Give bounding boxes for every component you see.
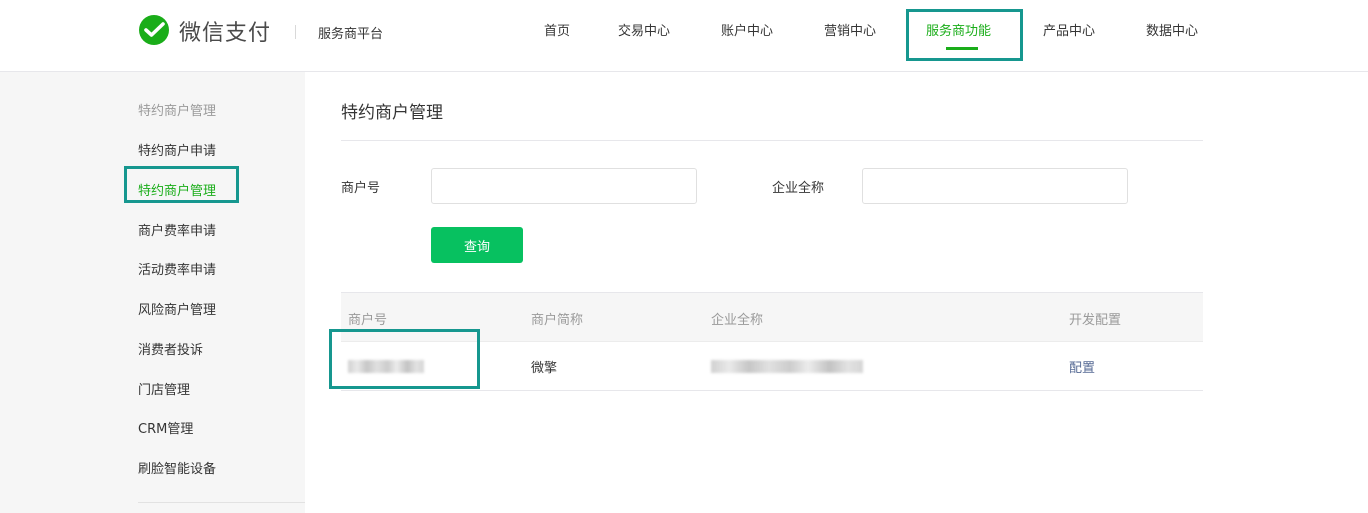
column-header-merchant-no: 商户号 [348,313,388,328]
sidebar-divider [138,502,305,503]
sidebar-item-crm[interactable]: CRM管理 [138,418,193,437]
page-title: 特约商户管理 [341,103,443,123]
logo-text: 微信支付 [179,21,272,46]
company-name-redacted [711,360,863,373]
logo-divider [295,25,296,39]
company-name-input[interactable] [862,168,1128,204]
sidebar-item-merchant-manage[interactable]: 特约商户管理 [138,180,216,199]
sidebar-item-face-device[interactable]: 刷脸智能设备 [138,458,216,477]
nav-item-product-center[interactable]: 产品中心 [1043,20,1095,39]
wechat-pay-logo-icon [139,15,169,45]
nav-item-marketing-center[interactable]: 营销中心 [824,20,876,39]
wechat-pay-logo[interactable]: 微信支付 [137,14,271,48]
sidebar-item-activity-fee-apply[interactable]: 活动费率申请 [138,259,216,278]
sidebar-item-risk-merchant[interactable]: 风险商户管理 [138,299,216,318]
merchant-no-redacted [348,360,424,373]
company-name-label: 企业全称 [772,181,825,196]
config-link[interactable]: 配置 [1069,357,1095,376]
nav-item-home[interactable]: 首页 [544,20,570,39]
sidebar-item-store-manage[interactable]: 门店管理 [138,379,190,398]
merchant-no-label: 商户号 [341,181,381,196]
active-nav-underline [946,47,978,50]
sidebar-item-merchant-apply[interactable]: 特约商户申请 [138,140,216,159]
nav-item-data-center[interactable]: 数据中心 [1146,20,1198,39]
nav-item-account-center[interactable]: 账户中心 [721,20,773,39]
query-button[interactable]: 查询 [431,227,523,263]
nav-item-service-provider[interactable]: 服务商功能 [926,20,991,39]
cell-short-name: 微擎 [531,361,558,376]
platform-name: 服务商平台 [318,27,384,42]
merchant-no-input[interactable] [431,168,697,204]
column-header-company-name: 企业全称 [711,313,764,328]
table-row: 微擎 配置 [341,342,1203,391]
sidebar-section-title: 特约商户管理 [138,104,217,119]
table-header: 商户号 商户简称 企业全称 开发配置 [341,292,1203,342]
sidebar-item-complaints[interactable]: 消费者投诉 [138,339,203,358]
column-header-short-name: 商户简称 [531,313,584,328]
sidebar: 特约商户管理 特约商户申请 特约商户管理 商户费率申请 活动费率申请 风险商户管… [0,72,305,513]
nav-item-trade-center[interactable]: 交易中心 [618,20,670,39]
title-divider [341,140,1203,141]
column-header-dev-config: 开发配置 [1069,313,1122,328]
sidebar-item-fee-apply[interactable]: 商户费率申请 [138,220,216,239]
top-header: 微信支付 服务商平台 首页 交易中心 账户中心 营销中心 服务商功能 产品中心 … [0,0,1368,72]
